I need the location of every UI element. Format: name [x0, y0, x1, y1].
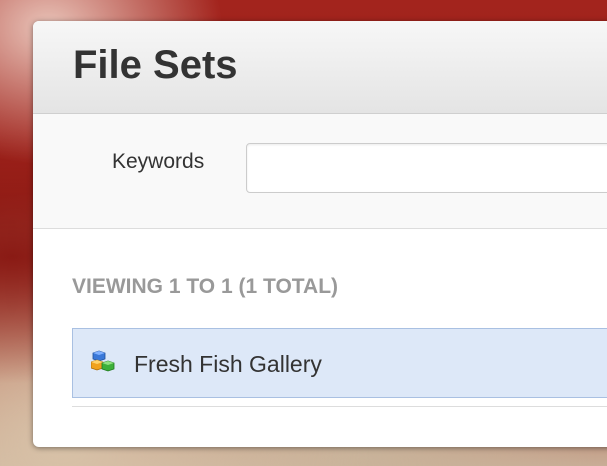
keywords-label: Keywords — [112, 150, 205, 173]
file-set-icon — [91, 350, 115, 372]
divider — [72, 406, 607, 407]
results-summary: VIEWING 1 TO 1 (1 TOTAL) — [72, 275, 339, 298]
results-area: VIEWING 1 TO 1 (1 TOTAL) Fresh Fish Gall… — [33, 229, 607, 447]
list-item-fresh-fish-gallery[interactable]: Fresh Fish Gallery — [72, 328, 607, 398]
file-sets-panel: File Sets Keywords VIEWING 1 TO 1 (1 TOT… — [33, 21, 607, 447]
page-title: File Sets — [73, 43, 238, 87]
keywords-input[interactable] — [246, 143, 607, 193]
search-area: Keywords — [33, 114, 607, 229]
list-item-label: Fresh Fish Gallery — [134, 351, 322, 377]
panel-header: File Sets — [33, 21, 607, 114]
